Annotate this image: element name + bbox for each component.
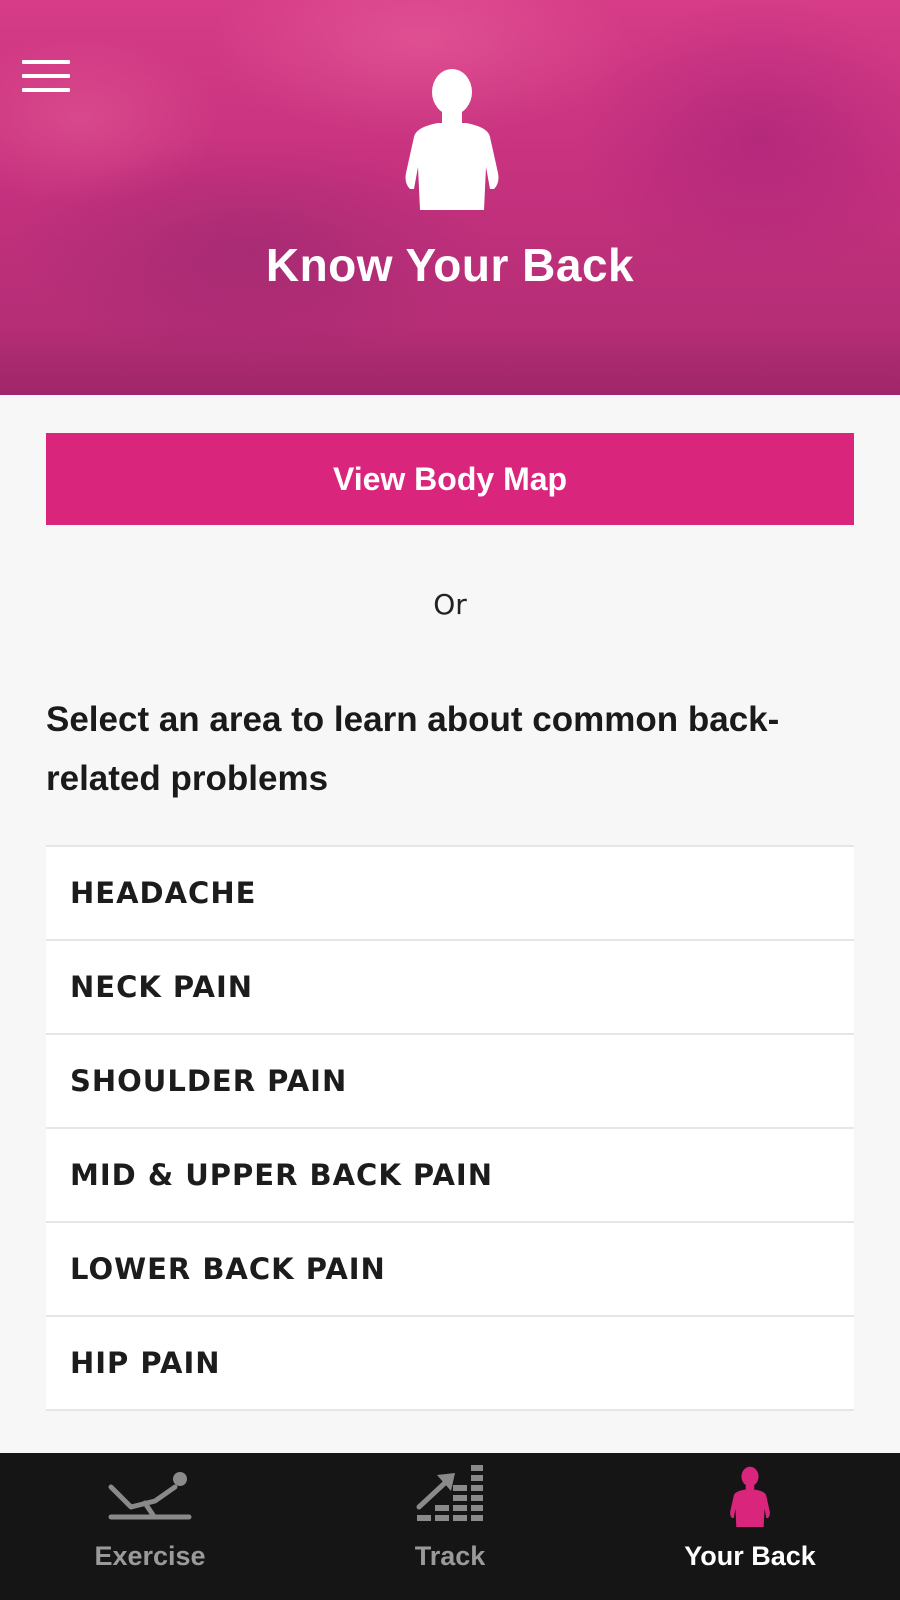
exercise-icon — [108, 1472, 192, 1520]
intro-text: Select an area to learn about common bac… — [46, 700, 780, 798]
person-torso-icon — [730, 1466, 770, 1527]
area-item-lower-back-pain[interactable]: LOWER BACK PAIN — [46, 1223, 854, 1317]
tab-your-back-label: Your Back — [684, 1541, 816, 1571]
view-body-map-button[interactable]: View Body Map — [46, 433, 854, 525]
area-item-mid-upper-back-pain[interactable]: MID & UPPER BACK PAIN — [46, 1129, 854, 1223]
page-title: Know Your Back — [265, 239, 635, 291]
person-torso-icon — [405, 69, 499, 210]
tab-your-back[interactable]: Your Back — [600, 1453, 900, 1600]
area-item-shoulder-pain[interactable]: SHOULDER PAIN — [46, 1035, 854, 1129]
tab-track-label: Track — [414, 1541, 486, 1571]
area-list: HEADACHE NECK PAIN SHOULDER PAIN MID & U… — [46, 845, 854, 1411]
tab-track[interactable]: Track — [300, 1453, 600, 1600]
tab-exercise-label: Exercise — [94, 1541, 206, 1571]
hamburger-menu-icon[interactable] — [22, 58, 70, 94]
header-banner: Know Your Back — [0, 0, 900, 395]
menu-bar — [22, 74, 70, 78]
area-item-headache[interactable]: HEADACHE — [46, 847, 854, 941]
menu-bar — [22, 88, 70, 92]
area-item-hip-pain[interactable]: HIP PAIN — [46, 1317, 854, 1411]
track-chart-icon — [416, 1465, 483, 1521]
or-separator-text: Or — [433, 588, 467, 621]
area-item-neck-pain[interactable]: NECK PAIN — [46, 941, 854, 1035]
tab-exercise[interactable]: Exercise — [0, 1453, 300, 1600]
bottom-tab-bar: Exercise Track Your Back — [0, 1453, 900, 1600]
menu-bar — [22, 60, 70, 64]
